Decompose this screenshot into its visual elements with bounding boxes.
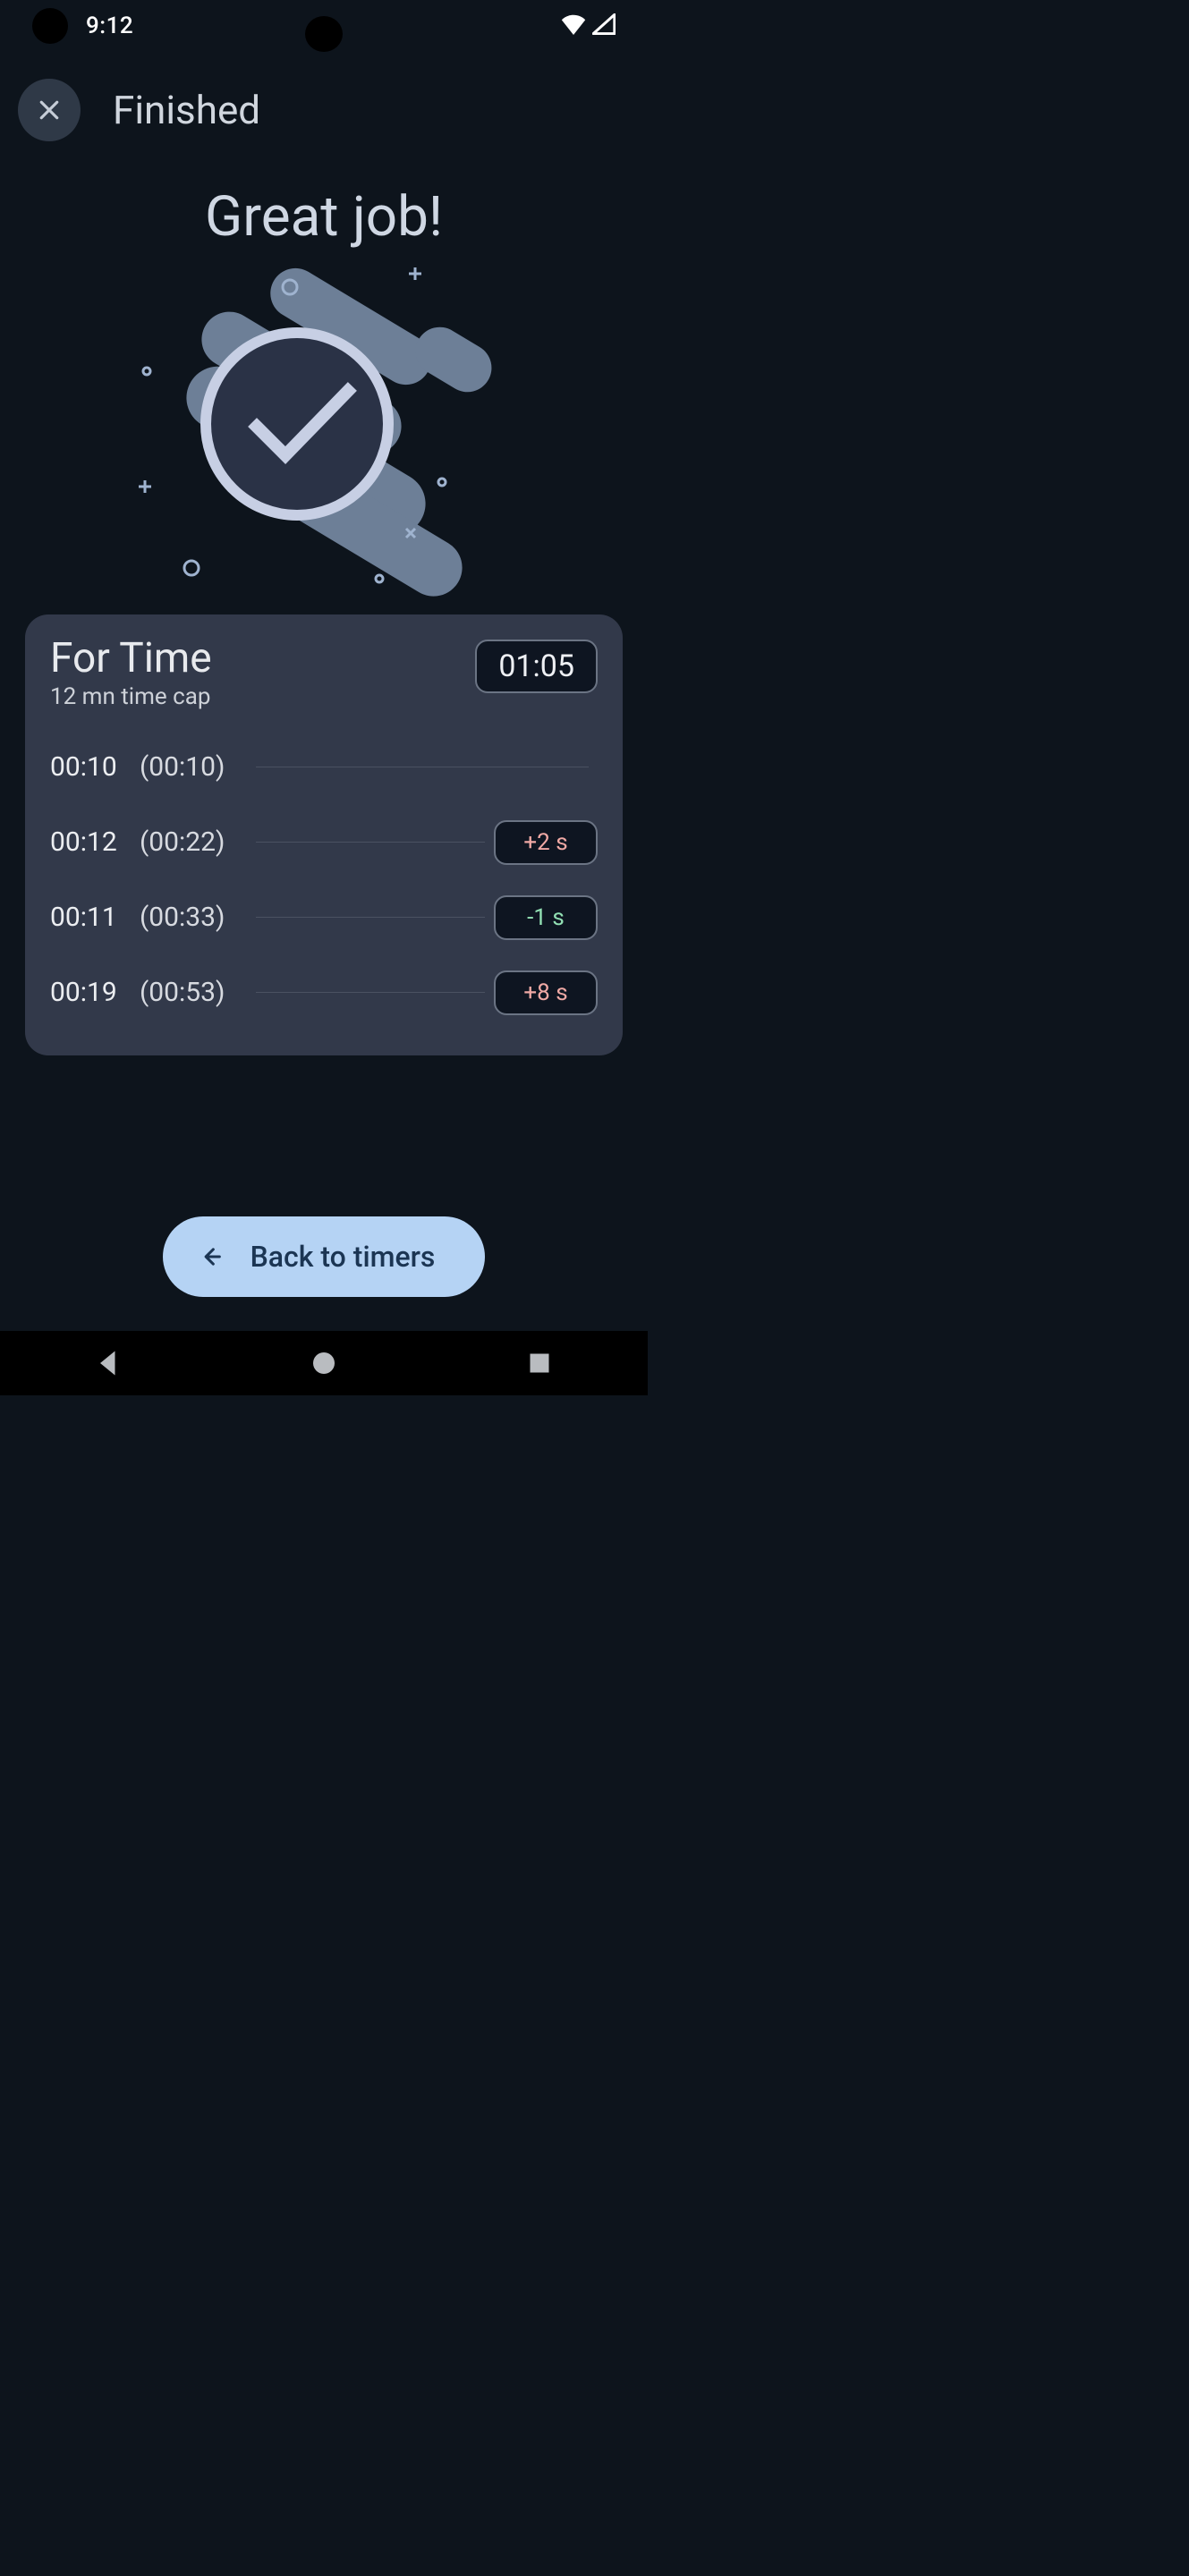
split-row: 00:11(00:33) -1 s [50,880,598,955]
split-delta-pill: +8 s [494,970,598,1015]
wifi-icon [560,13,587,38]
split-cumulative-time: (00:10) [140,751,247,783]
status-bar: 9:12 [0,0,648,52]
notch [305,16,343,52]
results-card: For Time 12 mn time cap 01:05 00:10(00:1… [25,614,623,1055]
split-cumulative-time: (00:22) [140,826,247,858]
split-lap-time: 00:19 [50,977,140,1008]
split-delta-pill: +2 s [494,820,598,865]
split-cumulative-time: (00:33) [140,902,247,933]
split-row: 00:12(00:22) +2 s [50,805,598,880]
cell-signal-icon [592,13,616,38]
page-title: Finished [113,87,260,133]
split-lap-time: 00:11 [50,902,140,933]
workout-title: For Time [50,636,212,682]
camera-punch [32,8,68,44]
split-row: 00:19(00:53) +8 s [50,955,598,1030]
split-divider [256,917,485,918]
split-cumulative-time: (00:53) [140,977,247,1008]
page-header: Finished [0,52,648,150]
total-time-pill: 01:05 [475,640,598,693]
split-row: 00:10(00:10) [50,730,598,805]
status-time: 9:12 [86,13,133,39]
system-navbar [0,1331,648,1395]
split-delta-pill: -1 s [494,895,598,940]
split-divider [256,842,485,843]
back-button-label: Back to timers [251,1240,436,1274]
split-lap-time: 00:10 [50,751,140,783]
nav-recent-icon[interactable] [523,1347,556,1379]
back-to-timers-button[interactable]: Back to timers [163,1216,486,1297]
success-graphic [136,258,512,598]
arrow-left-icon [199,1244,224,1269]
workout-subtitle: 12 mn time cap [50,683,212,710]
hero-text: Great job! [0,184,648,250]
close-icon [36,97,63,123]
nav-home-icon[interactable] [308,1347,340,1379]
nav-back-icon[interactable] [92,1347,124,1379]
splits-list: 00:10(00:10) 00:12(00:22) +2 s 00:11(00:33)… [50,730,598,1030]
close-button[interactable] [18,79,81,141]
split-lap-time: 00:12 [50,826,140,858]
status-icons [560,13,616,38]
split-divider [256,992,485,993]
